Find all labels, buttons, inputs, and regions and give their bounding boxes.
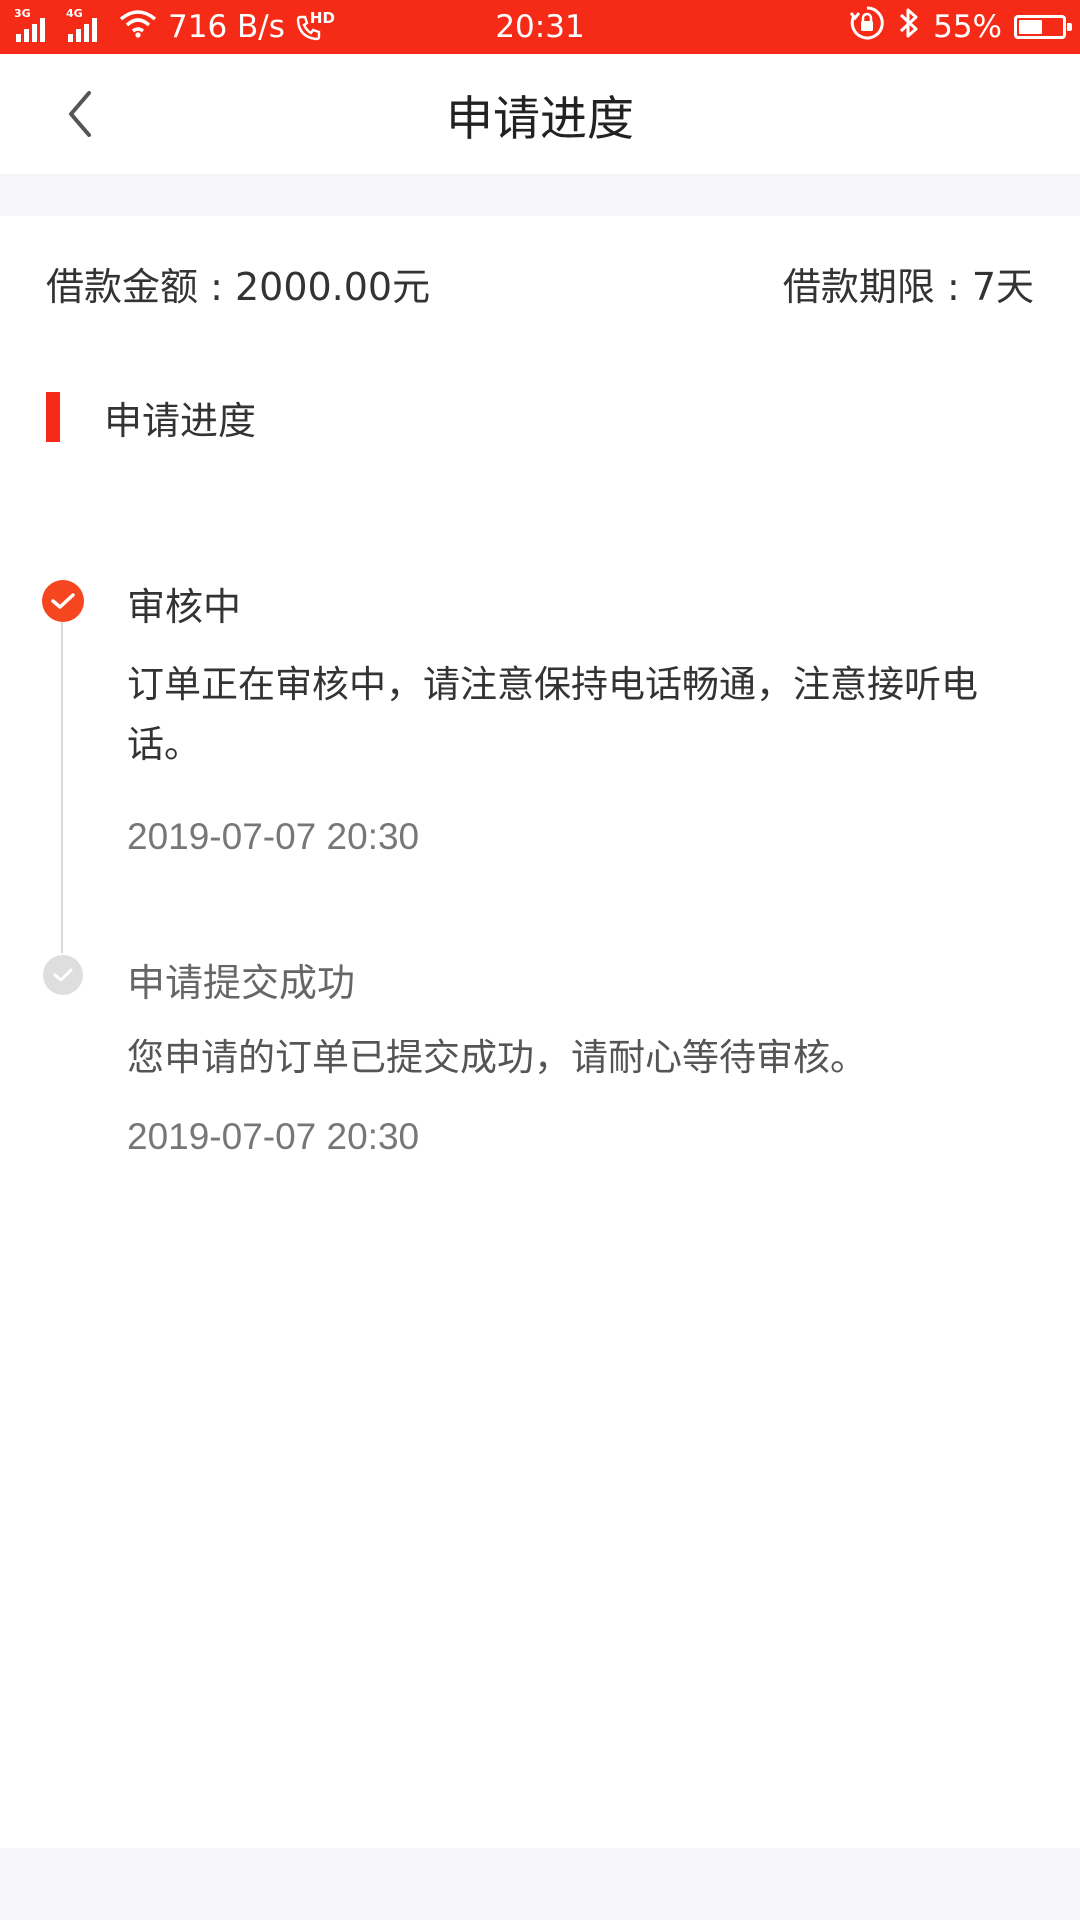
step-2-time: 2019-07-07 20:30	[127, 1116, 420, 1157]
step-2-title: 申请提交成功	[127, 961, 356, 1005]
battery-icon	[1014, 15, 1072, 39]
step-1-description: 订单正在审核中，请注意保持电话畅通，注意接听电话。	[127, 663, 978, 766]
step-1-time: 2019-07-07 20:30	[127, 816, 420, 857]
rotation-lock-icon	[849, 5, 885, 49]
loan-term: 借款期限 : 7天	[782, 264, 1034, 309]
battery-fill	[1019, 20, 1042, 34]
page-title: 申请进度	[446, 91, 634, 147]
section-title: 申请进度	[104, 398, 257, 443]
section-heading: 申请进度	[46, 392, 257, 443]
divider-band	[0, 174, 1080, 216]
battery-tip	[1067, 23, 1072, 31]
step-active-check-icon	[42, 580, 84, 622]
bottom-band	[0, 1848, 1080, 1920]
step-done-check-icon	[43, 955, 83, 995]
bluetooth-icon	[897, 6, 921, 48]
step-2-description: 您申请的订单已提交成功，请耐心等待审核。	[127, 1036, 867, 1079]
status-bar: 3G 4G 716 B/s HD 20:31 55%	[0, 0, 1080, 54]
status-right: 55%	[849, 0, 1072, 54]
loan-amount: 借款金额 : 2000.00元	[46, 264, 431, 309]
loan-info-row: 借款金额 : 2000.00元 借款期限 : 7天	[0, 250, 1080, 316]
section-accent-bar	[46, 392, 60, 442]
battery-percent: 55%	[933, 9, 1002, 45]
status-time: 20:31	[495, 9, 585, 45]
step-1-title: 审核中	[127, 585, 242, 629]
timeline-line	[61, 601, 63, 953]
app-header: 申请进度	[0, 54, 1080, 174]
